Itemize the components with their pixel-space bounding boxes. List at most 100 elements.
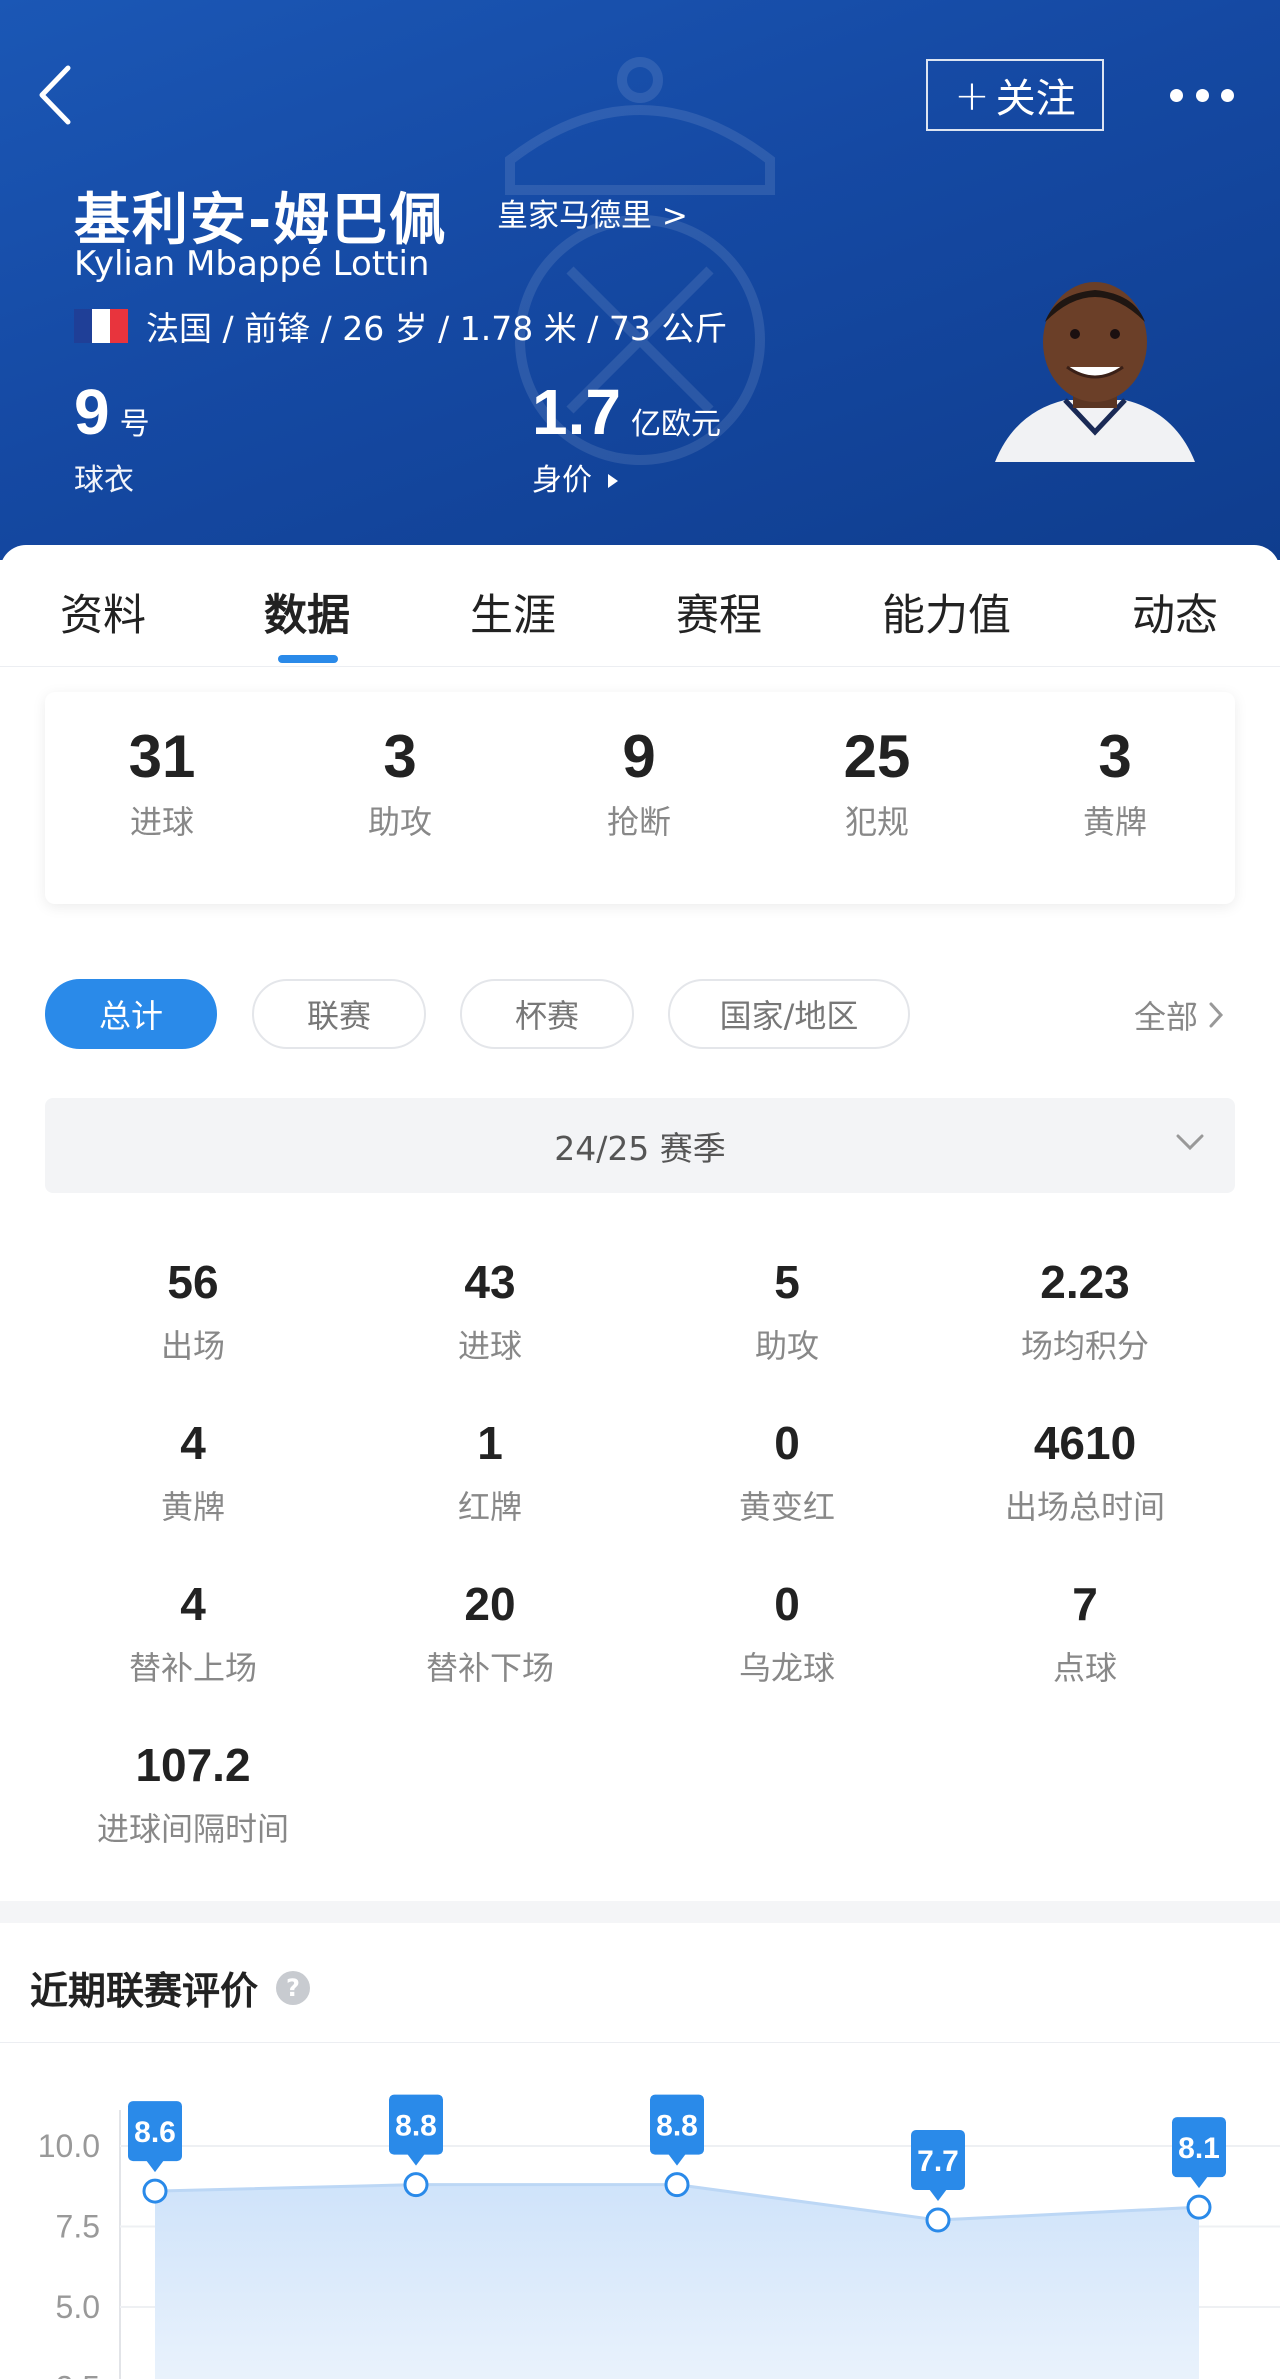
more-dot-icon bbox=[1195, 88, 1209, 102]
stat-item: 0 乌龙球 bbox=[637, 1577, 937, 1689]
stat-value: 1 bbox=[477, 1417, 503, 1469]
stat-item: 107.2 进球间隔时间 bbox=[43, 1738, 343, 1850]
player-info-row: 法国 / 前锋 / 26 岁 / 1.78 米 / 73 公斤 bbox=[74, 302, 727, 350]
chevron-down-icon bbox=[1176, 1134, 1204, 1151]
france-flag-icon bbox=[74, 309, 128, 343]
stat-item: 4 黄牌 bbox=[43, 1416, 343, 1528]
help-icon[interactable]: ? bbox=[276, 1970, 311, 2005]
stat-label: 乌龙球 bbox=[738, 1649, 835, 1687]
stat-label: 出场总时间 bbox=[1004, 1488, 1165, 1526]
summary-value: 9 bbox=[622, 723, 656, 790]
summary-stat: 25 犯规 bbox=[777, 722, 977, 843]
rating-section-title: 近期联赛评价 ? bbox=[30, 1960, 311, 2015]
follow-label: 关注 bbox=[995, 76, 1076, 122]
summary-label: 抢断 bbox=[606, 803, 671, 841]
market-value-unit: 亿欧元 bbox=[630, 407, 721, 442]
market-value: 1.7 bbox=[532, 376, 621, 448]
chevron-left-icon bbox=[39, 65, 71, 125]
section-divider bbox=[0, 1901, 1280, 1923]
tab-career[interactable]: 生涯 bbox=[470, 581, 556, 643]
stat-item: 4 替补上场 bbox=[43, 1577, 343, 1689]
stat-value: 56 bbox=[167, 1256, 219, 1308]
rating-badge-pointer bbox=[1190, 2176, 1208, 2189]
rating-point bbox=[1186, 2194, 1212, 2220]
stat-value: 4610 bbox=[1033, 1417, 1137, 1469]
rating-point bbox=[403, 2172, 429, 2198]
tab-data[interactable]: 数据 bbox=[264, 581, 350, 643]
plus-icon: + bbox=[954, 70, 990, 120]
stat-item: 1 红牌 bbox=[340, 1416, 640, 1528]
summary-stat: 3 助攻 bbox=[300, 722, 500, 843]
shirt-number-unit: 号 bbox=[119, 407, 150, 442]
flag-stripe bbox=[110, 309, 128, 343]
tab-news[interactable]: 动态 bbox=[1132, 581, 1218, 643]
stat-label: 助攻 bbox=[754, 1327, 819, 1365]
tab-schedule[interactable]: 赛程 bbox=[676, 581, 762, 643]
follow-button[interactable]: + 关注 bbox=[926, 59, 1104, 131]
stat-value: 2.23 bbox=[1040, 1256, 1130, 1308]
rating-point bbox=[664, 2172, 690, 2198]
rating-badge-label: 8.8 bbox=[656, 2110, 698, 2143]
filter-national[interactable]: 国家/地区 bbox=[668, 979, 910, 1049]
rating-chart: 10.0 7.5 5.0 2.5 8.6 8.8 8.8 7.7 8.1 bbox=[38, 2094, 1280, 2379]
summary-stat: 9 抢断 bbox=[539, 722, 739, 843]
summary-label: 进球 bbox=[129, 803, 194, 841]
stat-label: 黄变红 bbox=[738, 1488, 835, 1526]
more-options-button[interactable] bbox=[1170, 80, 1234, 110]
filter-cup[interactable]: 杯赛 bbox=[460, 979, 634, 1049]
stat-item: 2.23 场均积分 bbox=[935, 1255, 1235, 1367]
flag-stripe bbox=[92, 309, 110, 343]
stat-item: 20 替补下场 bbox=[340, 1577, 640, 1689]
rating-point bbox=[925, 2207, 951, 2233]
player-info-text: 法国 / 前锋 / 26 岁 / 1.78 米 / 73 公斤 bbox=[146, 309, 728, 348]
summary-label: 黄牌 bbox=[1082, 803, 1147, 841]
stat-item: 56 出场 bbox=[43, 1255, 343, 1367]
stat-label: 黄牌 bbox=[160, 1488, 225, 1526]
rating-badge-pointer bbox=[668, 2153, 686, 2166]
stat-label: 红牌 bbox=[457, 1488, 522, 1526]
stat-label: 点球 bbox=[1052, 1649, 1117, 1687]
stat-label: 替补下场 bbox=[425, 1649, 554, 1687]
y-tick-label: 5.0 bbox=[56, 2289, 100, 2325]
all-link[interactable]: 全部 bbox=[1134, 992, 1224, 1038]
summary-label: 助攻 bbox=[367, 803, 432, 841]
market-value-block: 1.7 亿欧元 身价 bbox=[532, 375, 721, 499]
summary-stat: 3 黄牌 bbox=[1015, 722, 1215, 843]
market-value-label[interactable]: 身价 bbox=[532, 455, 721, 499]
market-value-label-text: 身价 bbox=[532, 463, 592, 498]
summary-stat: 31 进球 bbox=[62, 722, 262, 843]
tab-bar: 资料 数据 生涯 赛程 能力值 动态 bbox=[0, 545, 1280, 667]
rating-point bbox=[142, 2178, 168, 2204]
club-link[interactable]: 皇家马德里 > bbox=[497, 190, 688, 235]
triangle-right-icon bbox=[607, 474, 618, 488]
stat-value: 5 bbox=[774, 1256, 800, 1308]
stat-item: 5 助攻 bbox=[637, 1255, 937, 1367]
summary-value: 3 bbox=[1098, 723, 1132, 790]
y-tick-label: 2.5 bbox=[56, 2370, 100, 2379]
stat-item: 7 点球 bbox=[935, 1577, 1235, 1689]
rating-badge-pointer bbox=[407, 2153, 425, 2166]
tab-profile[interactable]: 资料 bbox=[60, 581, 146, 643]
y-tick-label: 7.5 bbox=[56, 2209, 100, 2245]
filter-league[interactable]: 联赛 bbox=[252, 979, 426, 1049]
rating-badge-label: 7.7 bbox=[917, 2145, 959, 2178]
shirt-number: 9 bbox=[74, 376, 110, 448]
stat-value: 0 bbox=[774, 1417, 800, 1469]
rating-badge-label: 8.1 bbox=[1178, 2132, 1220, 2165]
stat-value: 4 bbox=[180, 1417, 206, 1469]
rating-badge-pointer bbox=[146, 2160, 164, 2173]
all-link-label: 全部 bbox=[1134, 998, 1199, 1036]
stat-item: 43 进球 bbox=[340, 1255, 640, 1367]
rating-badge-label: 8.6 bbox=[134, 2116, 176, 2149]
season-dropdown[interactable]: 24/25 赛季 bbox=[45, 1098, 1235, 1193]
stat-label: 进球 bbox=[457, 1327, 522, 1365]
player-photo bbox=[995, 282, 1195, 462]
summary-stats-card: 31 进球 3 助攻 9 抢断 25 犯规 3 黄牌 bbox=[45, 692, 1235, 904]
summary-value: 25 bbox=[843, 723, 911, 790]
filter-total[interactable]: 总计 bbox=[45, 979, 217, 1049]
tab-ability[interactable]: 能力值 bbox=[882, 581, 1011, 643]
summary-value: 3 bbox=[383, 723, 417, 790]
player-name-en: Kylian Mbappé Lottin bbox=[74, 244, 430, 284]
back-button[interactable] bbox=[30, 60, 80, 130]
active-tab-indicator bbox=[278, 655, 338, 663]
